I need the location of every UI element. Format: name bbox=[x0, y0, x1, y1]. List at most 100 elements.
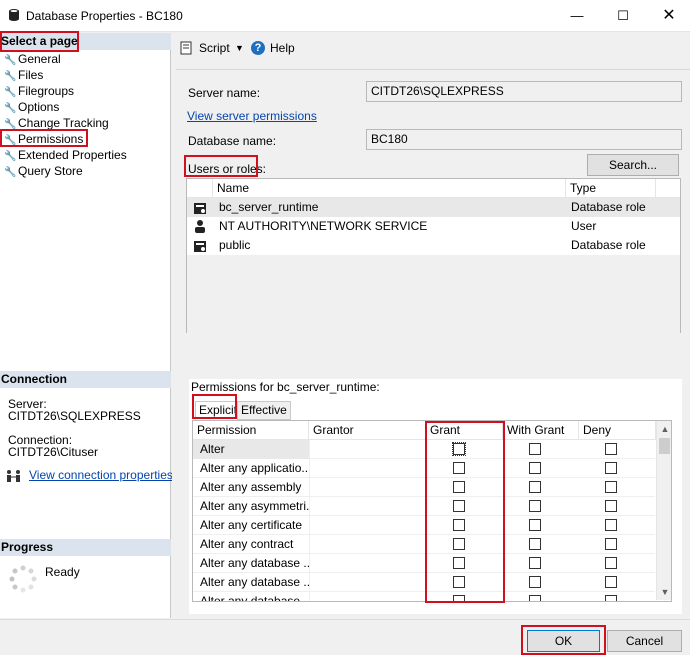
with-grant-checkbox[interactable] bbox=[529, 576, 541, 588]
permission-row[interactable]: Alter any assembly bbox=[193, 478, 655, 497]
permission-column-header[interactable]: Permission bbox=[193, 421, 309, 440]
nav-files[interactable]: 🔧 Files bbox=[4, 67, 43, 83]
permission-row[interactable]: Alter any database ... bbox=[193, 573, 655, 592]
permissions-for-label: Permissions for bc_server_runtime: bbox=[191, 380, 380, 394]
grant-checkbox[interactable] bbox=[453, 538, 465, 550]
nav-change-tracking[interactable]: 🔧 Change Tracking bbox=[4, 115, 109, 131]
nav-general[interactable]: 🔧 General bbox=[4, 51, 61, 67]
permission-row[interactable]: Alter any applicatio... bbox=[193, 459, 655, 478]
permission-row[interactable]: Alter bbox=[193, 440, 655, 459]
users-grid-empty-area bbox=[187, 255, 680, 333]
deny-checkbox[interactable] bbox=[605, 519, 617, 531]
user-row-bc-server-runtime[interactable]: bc_server_runtime Database role bbox=[187, 198, 680, 217]
grantor-cell bbox=[309, 478, 426, 497]
with-grant-checkbox[interactable] bbox=[529, 443, 541, 455]
help-button[interactable]: Help bbox=[270, 41, 295, 55]
permission-row[interactable]: Alter any asymmetri... bbox=[193, 497, 655, 516]
grant-checkbox[interactable] bbox=[453, 500, 465, 512]
permission-name: Alter bbox=[193, 440, 309, 459]
deny-checkbox[interactable] bbox=[605, 443, 617, 455]
script-button[interactable]: Script bbox=[199, 41, 230, 55]
with-grant-checkbox[interactable] bbox=[529, 462, 541, 474]
with-grant-checkbox[interactable] bbox=[529, 481, 541, 493]
tab-explicit[interactable]: Explicit bbox=[195, 401, 242, 420]
grant-checkbox[interactable] bbox=[453, 576, 465, 588]
with-grant-checkbox[interactable] bbox=[529, 595, 541, 601]
database-name-field: BC180 bbox=[366, 129, 682, 150]
minimize-button[interactable]: — bbox=[554, 0, 600, 32]
with-grant-checkbox[interactable] bbox=[529, 519, 541, 531]
permission-row[interactable]: Alter any certificate bbox=[193, 516, 655, 535]
nav-permissions[interactable]: 🔧 Permissions bbox=[4, 131, 83, 147]
grant-checkbox[interactable] bbox=[453, 481, 465, 493]
permission-row[interactable]: Alter any contract bbox=[193, 535, 655, 554]
deny-checkbox[interactable] bbox=[605, 462, 617, 474]
grant-checkbox[interactable] bbox=[453, 462, 465, 474]
with-grant-column-header[interactable]: With Grant bbox=[503, 421, 579, 440]
database-name-label: Database name: bbox=[188, 134, 277, 148]
ok-button[interactable]: OK bbox=[527, 630, 600, 652]
database-icon bbox=[9, 9, 19, 21]
permission-name: Alter any assembly bbox=[200, 480, 302, 494]
server-name-label: Server name: bbox=[188, 86, 261, 100]
grant-checkbox[interactable] bbox=[453, 557, 465, 569]
scroll-thumb[interactable] bbox=[659, 438, 670, 454]
users-or-roles-label: Users or roles: bbox=[188, 162, 267, 176]
maximize-button[interactable]: ☐ bbox=[600, 0, 646, 32]
grantor-cell bbox=[309, 592, 426, 601]
grant-checkbox[interactable] bbox=[452, 442, 466, 456]
with-grant-checkbox[interactable] bbox=[529, 500, 541, 512]
name-column-header[interactable]: Name bbox=[213, 179, 566, 198]
grantor-cell bbox=[309, 535, 426, 554]
wrench-icon: 🔧 bbox=[4, 167, 17, 178]
nav-extended-properties[interactable]: 🔧 Extended Properties bbox=[4, 147, 127, 163]
permission-row[interactable]: Alter any database ... bbox=[193, 554, 655, 573]
toolbar: Script ▼ ? Help bbox=[172, 33, 690, 63]
permissions-content: Server name: CITDT26\SQLEXPRESS View ser… bbox=[176, 69, 690, 615]
deny-checkbox[interactable] bbox=[605, 500, 617, 512]
permission-name: Alter any database ... bbox=[200, 594, 309, 602]
view-connection-properties-link[interactable]: View connection properties bbox=[29, 468, 173, 482]
grantor-cell bbox=[309, 497, 426, 516]
deny-column-header[interactable]: Deny bbox=[579, 421, 656, 440]
search-button[interactable]: Search... bbox=[587, 154, 679, 176]
nav-options[interactable]: 🔧 Options bbox=[4, 99, 59, 115]
nav-filegroups[interactable]: 🔧 Filegroups bbox=[4, 83, 74, 99]
with-grant-checkbox[interactable] bbox=[529, 557, 541, 569]
permissions-scrollbar[interactable]: ▲ ▼ bbox=[656, 421, 671, 600]
deny-checkbox[interactable] bbox=[605, 481, 617, 493]
grant-column-header[interactable]: Grant bbox=[426, 421, 503, 440]
permission-name: Alter any certificate bbox=[200, 518, 303, 532]
type-column-header[interactable]: Type bbox=[566, 179, 656, 198]
permission-name: Alter any applicatio... bbox=[200, 461, 309, 475]
close-button[interactable]: ✕ bbox=[646, 0, 690, 32]
user-row-public[interactable]: public Database role bbox=[187, 236, 680, 255]
grant-checkbox[interactable] bbox=[453, 519, 465, 531]
nav-query-store[interactable]: 🔧 Query Store bbox=[4, 163, 83, 179]
deny-checkbox[interactable] bbox=[605, 595, 617, 601]
grantor-column-header[interactable]: Grantor bbox=[309, 421, 426, 440]
user-row-network-service[interactable]: NT AUTHORITY\NETWORK SERVICE User bbox=[187, 217, 680, 236]
deny-checkbox[interactable] bbox=[605, 538, 617, 550]
scroll-up-icon[interactable]: ▲ bbox=[658, 421, 671, 437]
view-server-permissions-link[interactable]: View server permissions bbox=[187, 109, 317, 123]
tab-effective[interactable]: Effective bbox=[237, 401, 291, 420]
grantor-cell bbox=[309, 554, 426, 573]
permission-row[interactable]: Alter any database ... bbox=[193, 592, 655, 602]
user-type: User bbox=[571, 219, 597, 233]
permission-name: Alter any database ... bbox=[200, 556, 309, 570]
with-grant-checkbox[interactable] bbox=[529, 538, 541, 550]
user-name: NT AUTHORITY\NETWORK SERVICE bbox=[219, 219, 428, 233]
script-icon[interactable] bbox=[180, 41, 194, 55]
spinner-icon bbox=[9, 565, 37, 593]
deny-checkbox[interactable] bbox=[605, 576, 617, 588]
user-name: public bbox=[219, 238, 251, 252]
cancel-button[interactable]: Cancel bbox=[607, 630, 682, 652]
script-dropdown[interactable]: ▼ bbox=[235, 43, 244, 53]
user-type: Database role bbox=[571, 238, 646, 252]
deny-checkbox[interactable] bbox=[605, 557, 617, 569]
help-icon[interactable]: ? bbox=[251, 41, 265, 55]
database-role-icon bbox=[194, 241, 206, 252]
grant-checkbox[interactable] bbox=[453, 595, 465, 601]
scroll-down-icon[interactable]: ▼ bbox=[658, 584, 671, 600]
